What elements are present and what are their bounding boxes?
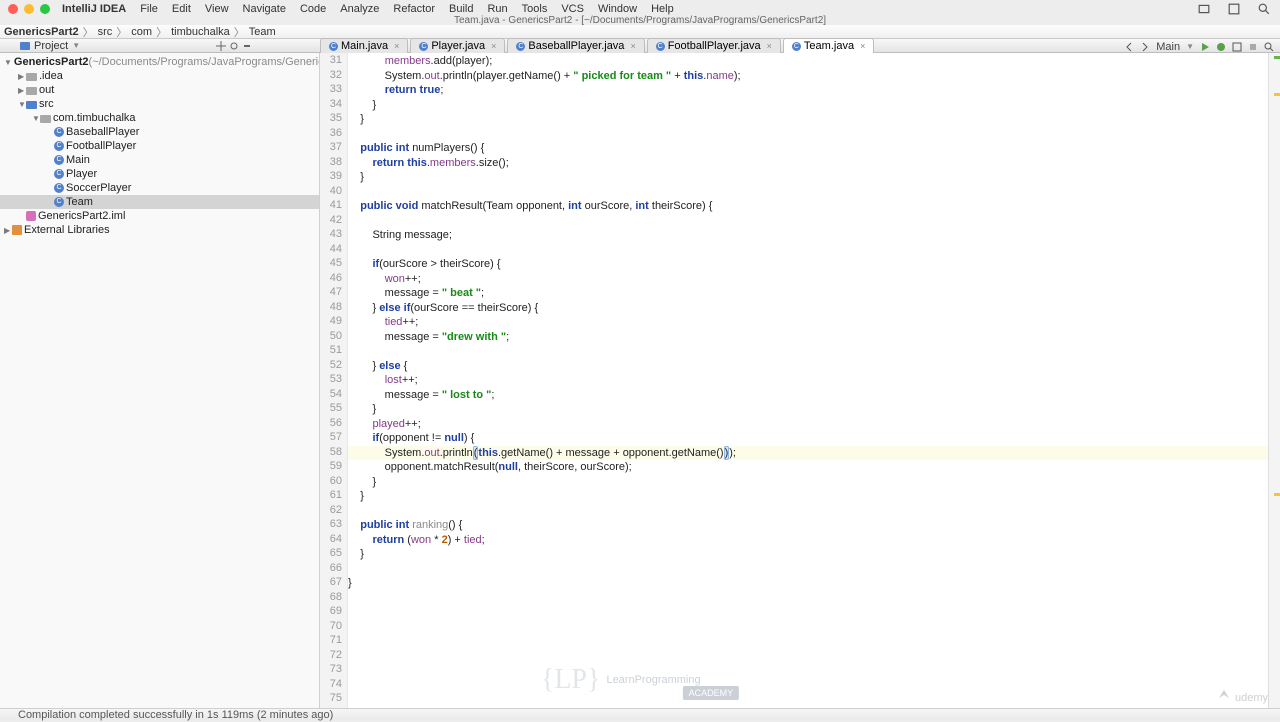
editor-tab[interactable]: CBaseballPlayer.java× (507, 38, 644, 53)
tree-item[interactable]: GenericsPart2.iml (0, 209, 319, 223)
tree-item[interactable]: CMain (0, 153, 319, 167)
editor-tab[interactable]: CTeam.java× (783, 38, 874, 53)
minimize-window-icon[interactable] (24, 4, 34, 14)
hide-icon[interactable] (242, 41, 252, 51)
tree-item[interactable]: ▼com.timbuchalka (0, 111, 319, 125)
run-config-selector[interactable]: Main (1156, 41, 1180, 53)
menu-view[interactable]: View (205, 3, 229, 15)
window-controls[interactable] (8, 4, 50, 14)
run-icon[interactable] (1200, 42, 1210, 52)
search-icon[interactable] (1264, 42, 1274, 52)
navbar: GenericsPart2〉src〉com〉timbuchalka〉Team (0, 25, 1280, 39)
nav-back-icon[interactable] (1124, 42, 1134, 52)
editor-tab[interactable]: CMain.java× (320, 38, 408, 53)
stop-icon[interactable] (1248, 42, 1258, 52)
tree-item[interactable]: ▶out (0, 83, 319, 97)
close-icon[interactable]: × (491, 41, 496, 51)
tree-item[interactable]: ▶External Libraries (0, 223, 319, 237)
chevron-down-icon[interactable]: ▼ (1186, 42, 1194, 51)
menu-tools[interactable]: Tools (522, 3, 548, 15)
tree-item[interactable]: CTeam (0, 195, 319, 209)
run-toolbar: Main ▼ (1124, 40, 1274, 53)
close-icon[interactable]: × (394, 41, 399, 51)
breadcrumb-item[interactable]: GenericsPart2 (4, 26, 79, 38)
close-icon[interactable]: × (860, 41, 865, 51)
gear-icon[interactable] (229, 41, 239, 51)
zoom-window-icon[interactable] (40, 4, 50, 14)
app-name: IntelliJ IDEA (62, 3, 126, 15)
editor-tab[interactable]: CPlayer.java× (410, 38, 505, 53)
window-title: Team.java - GenericsPart2 - [~/Documents… (0, 15, 1280, 25)
menu-refactor[interactable]: Refactor (393, 3, 435, 15)
coverage-icon[interactable] (1232, 42, 1242, 52)
menu-edit[interactable]: Edit (172, 3, 191, 15)
tree-item[interactable]: CSoccerPlayer (0, 181, 319, 195)
menu-code[interactable]: Code (300, 3, 326, 15)
menu-run[interactable]: Run (487, 3, 507, 15)
menu-window[interactable]: Window (598, 3, 637, 15)
tree-item[interactable]: ▶.idea (0, 69, 319, 83)
breadcrumb-item[interactable]: timbuchalka (171, 26, 230, 38)
menu-help[interactable]: Help (651, 3, 674, 15)
menu-analyze[interactable]: Analyze (340, 3, 379, 15)
project-tree[interactable]: ▼GenericsPart2 (~/Documents/Programs/Jav… (0, 53, 320, 708)
error-stripe[interactable] (1268, 53, 1280, 708)
code-editor[interactable]: 3132333435363738394041424344454647484950… (320, 53, 1268, 708)
project-tool-label[interactable]: Project ▼ (0, 40, 260, 52)
tree-item[interactable]: ▼src (0, 97, 319, 111)
tree-item[interactable]: CPlayer (0, 167, 319, 181)
menubar: IntelliJ IDEA File Edit View Navigate Code An… (62, 3, 688, 15)
marker-icon[interactable] (1274, 493, 1280, 496)
tree-item[interactable]: ▼GenericsPart2 (~/Documents/Programs/Jav… (0, 55, 319, 69)
breadcrumb-item[interactable]: Team (249, 26, 276, 38)
tree-item[interactable]: CFootballPlayer (0, 139, 319, 153)
debug-icon[interactable] (1216, 42, 1226, 52)
editor-tabs: CMain.java×CPlayer.java×CBaseballPlayer.… (320, 39, 876, 53)
breadcrumb-item[interactable]: src (98, 26, 113, 38)
line-gutter: 3132333435363738394041424344454647484950… (320, 53, 348, 708)
status-text: Compilation completed successfully in 1s… (18, 709, 333, 721)
close-icon[interactable]: × (767, 41, 772, 51)
close-icon[interactable]: × (630, 41, 635, 51)
chevron-down-icon[interactable]: ▼ (72, 41, 80, 50)
breadcrumb-item[interactable]: com (131, 26, 152, 38)
marker-icon[interactable] (1274, 93, 1280, 96)
breadcrumbs[interactable]: GenericsPart2〉src〉com〉timbuchalka〉Team (4, 25, 1276, 38)
collapse-icon[interactable] (216, 41, 226, 51)
menu-build[interactable]: Build (449, 3, 473, 15)
nav-fwd-icon[interactable] (1140, 42, 1150, 52)
close-window-icon[interactable] (8, 4, 18, 14)
menu-file[interactable]: File (140, 3, 158, 15)
menu-navigate[interactable]: Navigate (243, 3, 286, 15)
editor-tab[interactable]: CFootballPlayer.java× (647, 38, 781, 53)
tree-item[interactable]: CBaseballPlayer (0, 125, 319, 139)
status-bar: Compilation completed successfully in 1s… (0, 708, 1280, 720)
menu-vcs[interactable]: VCS (561, 3, 584, 15)
code-area[interactable]: members.add(player); System.out.println(… (348, 53, 1268, 708)
marker-icon[interactable] (1274, 56, 1280, 59)
